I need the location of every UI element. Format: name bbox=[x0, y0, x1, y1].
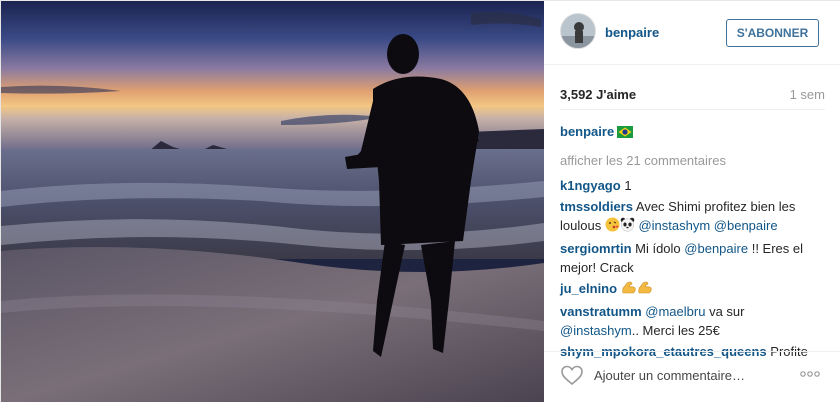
post-sidebar: benpaire S'ABONNER 3,592 J'aime 1 sem be… bbox=[544, 1, 840, 402]
comment-text: 1 bbox=[624, 178, 632, 193]
sunset-beach-image bbox=[1, 1, 544, 402]
comments-section: benpaire afficher les 21 commentaires k1… bbox=[560, 109, 825, 363]
post-footer bbox=[544, 351, 840, 402]
mention-link[interactable]: @maelbru bbox=[645, 304, 705, 319]
mention-link[interactable]: @instashym bbox=[560, 323, 632, 338]
comment: sergiomrtin Mi ídolo @benpaire !! Eres e… bbox=[560, 239, 825, 277]
flexed-biceps-emoji-icon bbox=[621, 280, 637, 300]
mention-link[interactable]: @benpaire bbox=[684, 241, 748, 256]
view-all-comments-link[interactable]: afficher les 21 commentaires bbox=[560, 153, 825, 168]
add-comment-input[interactable] bbox=[594, 366, 794, 384]
header-username-link[interactable]: benpaire bbox=[605, 25, 659, 40]
mention-link[interactable]: @benpaire bbox=[714, 218, 778, 233]
heart-icon[interactable] bbox=[560, 364, 584, 386]
post-stats: 3,592 J'aime 1 sem bbox=[560, 87, 825, 105]
likes-count[interactable]: 3,592 J'aime bbox=[560, 87, 636, 102]
comment-username[interactable]: ju_elnino bbox=[560, 281, 617, 296]
comment: vanstratumm @maelbru va sur @instashym..… bbox=[560, 302, 825, 340]
comment: tmssoldiers Avec Shimi profitez bien les… bbox=[560, 197, 825, 237]
mention-link[interactable]: @instashym bbox=[638, 218, 710, 233]
more-options-icon[interactable] bbox=[798, 364, 822, 384]
comment-text: va sur bbox=[709, 304, 745, 319]
comment: ju_elnino bbox=[560, 279, 825, 300]
instagram-post: benpaire S'ABONNER 3,592 J'aime 1 sem be… bbox=[0, 0, 840, 402]
post-photo[interactable] bbox=[1, 1, 544, 402]
brazil-flag-icon bbox=[617, 124, 634, 143]
comment: k1ngyago 1 bbox=[560, 176, 825, 195]
panda-emoji-icon bbox=[620, 217, 635, 237]
avatar[interactable] bbox=[560, 13, 596, 49]
avatar-image bbox=[561, 14, 595, 48]
follow-button[interactable]: S'ABONNER bbox=[726, 19, 819, 47]
post-time[interactable]: 1 sem bbox=[790, 87, 825, 102]
post-header: benpaire S'ABONNER bbox=[544, 1, 840, 65]
caption: benpaire bbox=[560, 122, 825, 143]
caption-username-link[interactable]: benpaire bbox=[560, 124, 614, 139]
kiss-emoji-icon bbox=[605, 217, 620, 237]
comment-username[interactable]: vanstratumm bbox=[560, 304, 642, 319]
comment-text: .. Merci les 25€ bbox=[631, 323, 720, 338]
comment-username[interactable]: sergiomrtin bbox=[560, 241, 632, 256]
comment-username[interactable]: k1ngyago bbox=[560, 178, 621, 193]
comment-text: Mi ídolo bbox=[635, 241, 681, 256]
comment-username[interactable]: tmssoldiers bbox=[560, 199, 633, 214]
flexed-biceps-emoji-icon bbox=[637, 280, 653, 300]
